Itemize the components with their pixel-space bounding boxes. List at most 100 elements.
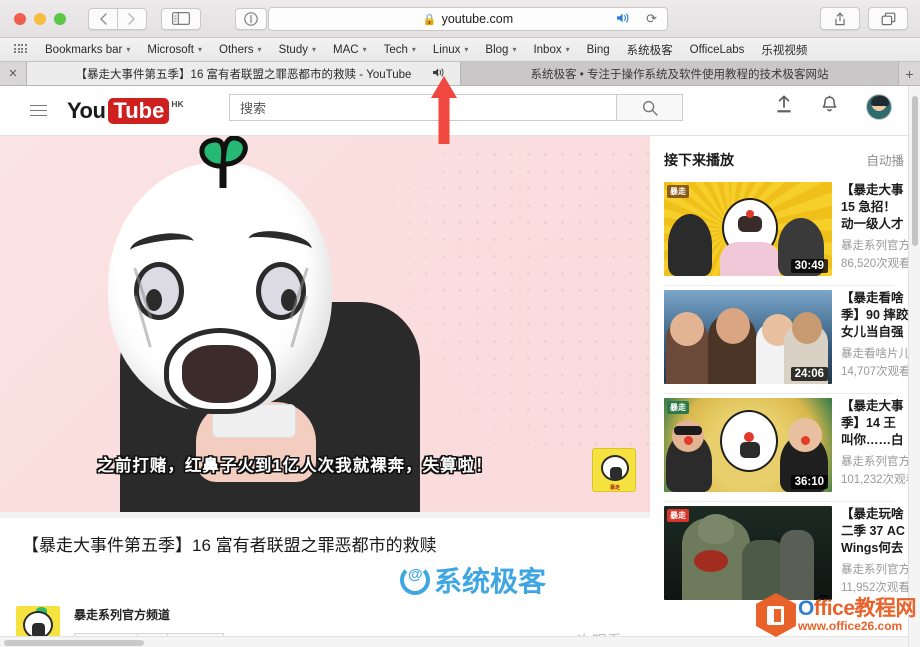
up-next-sidebar: 接下来播放 自动播 暴走 30:49 【暴走大事 15 急招！ 动一级人才 暴走… — [650, 136, 908, 647]
up-next-header: 接下来播放 自动播 — [650, 136, 908, 178]
bookmark-tech[interactable]: Tech ▾ — [384, 44, 416, 56]
bookmark-label: Others — [219, 43, 254, 56]
bookmark-microsoft[interactable]: Microsoft ▾ — [147, 44, 202, 56]
bookmark-leshi[interactable]: 乐视视频 — [761, 42, 807, 58]
video-channel: 暴走看啥片儿 — [841, 348, 908, 360]
bell-icon[interactable] — [821, 95, 838, 119]
video-title-line1: 【暴走大事 — [841, 399, 904, 413]
video-title-line1: 【暴走玩啥 — [841, 507, 904, 521]
bookmark-bookmarks-bar[interactable]: Bookmarks bar ▾ — [45, 44, 130, 56]
channel-bug-label: 暴走 — [609, 485, 620, 491]
video-meta: 【暴走看啥 季】90 摔跤 女儿当自强 暴走看啥片儿 14,707次观看 — [841, 290, 908, 384]
office26-watermark: Office教程网 www.office26.com — [755, 593, 917, 637]
chevron-left-icon — [100, 12, 107, 25]
geek-watermark-text: 系统极客 — [434, 566, 547, 597]
show-sidebar-button[interactable] — [161, 7, 201, 30]
video-title-line1: 【暴走看啥 — [841, 291, 904, 305]
search-input[interactable]: 搜索 — [229, 94, 617, 121]
list-item[interactable]: 暴走 36:10 【暴走大事 季】14 王 叫你……白 暴走系列官方 101,2… — [650, 394, 908, 501]
apps-grid-icon[interactable] — [14, 44, 28, 55]
reader-view-icon — [244, 11, 258, 26]
video-title-line3: 女儿当自强 — [841, 325, 904, 339]
video-views: 101,232次观看 — [841, 474, 908, 486]
upload-icon[interactable] — [775, 95, 793, 119]
back-button[interactable] — [88, 7, 118, 30]
video-thumbnail[interactable]: 暴走 — [664, 506, 832, 600]
video-duration: 24:06 — [790, 367, 828, 381]
bookmark-study[interactable]: Study ▾ — [279, 44, 316, 56]
vertical-scrollbar-thumb[interactable] — [912, 96, 918, 246]
video-thumbnail[interactable]: 24:06 — [664, 290, 832, 384]
video-meta: 【暴走玩啥 二季 37 AC Wings何去 暴走系列官方 11,952次观看 — [841, 506, 908, 600]
forward-button[interactable] — [117, 7, 147, 30]
list-item[interactable]: 暴走 30:49 【暴走大事 15 急招！ 动一级人才 暴走系列官方 86,52… — [650, 178, 908, 285]
address-bar-speaker-icon[interactable] — [616, 12, 631, 27]
chevron-down-icon: ▾ — [311, 45, 316, 54]
video-thumbnail[interactable]: 暴走 30:49 — [664, 182, 832, 276]
bookmark-blog[interactable]: Blog ▾ — [485, 44, 516, 56]
autoplay-label[interactable]: 自动播 — [866, 150, 904, 169]
vertical-scrollbar[interactable] — [908, 86, 920, 647]
bookmark-label: 乐视视频 — [761, 44, 808, 57]
office-watermark-url: www.office26.com — [797, 618, 903, 633]
thumbnail-figures: 暴走 — [664, 506, 832, 600]
chevron-down-icon: ▾ — [565, 45, 570, 54]
address-bar[interactable]: 🔒 youtube.com ⟳ — [268, 7, 668, 31]
navigation-buttons — [88, 7, 147, 30]
video-title-line2: 二季 37 AC — [841, 524, 905, 538]
video-duration: 36:10 — [790, 475, 828, 489]
search-icon — [642, 100, 658, 116]
video-title-line2: 季】14 王 — [841, 416, 896, 430]
share-button[interactable] — [820, 7, 860, 30]
mascot-eyebrow-left — [128, 229, 196, 263]
video-duration: 30:49 — [790, 259, 828, 273]
video-views: 86,520次观看 — [841, 258, 908, 270]
new-tab-button[interactable]: + — [898, 62, 920, 85]
bookmark-label: MAC — [333, 43, 359, 56]
horizontal-scrollbar-thumb[interactable] — [4, 640, 144, 646]
chevron-down-icon: ▾ — [257, 45, 262, 54]
video-player[interactable]: 之前打赌，红鼻子火到1亿人次我就裸奔，失算啦！ 暴走 — [0, 136, 650, 512]
tabs-overview-button[interactable] — [868, 7, 908, 30]
bookmark-label: Tech — [383, 43, 408, 56]
maximize-window-button[interactable] — [54, 12, 66, 25]
bookmark-inbox[interactable]: Inbox ▾ — [533, 44, 569, 56]
channel-name[interactable]: 暴走系列官方频道 — [74, 606, 224, 623]
red-arrow-up-icon — [431, 76, 457, 144]
reader-view-button[interactable] — [235, 7, 267, 30]
tab-xitongjike[interactable]: 系统极客 • 专注于操作系统及软件使用教程的技术极客网站 — [460, 62, 898, 85]
chevron-right-icon — [128, 12, 135, 25]
video-channel: 暴走系列官方 — [841, 240, 908, 252]
video-thumbnail[interactable]: 暴走 36:10 — [664, 398, 832, 492]
geek-logo-icon — [400, 565, 430, 595]
user-avatar[interactable] — [866, 94, 892, 120]
bookmark-bing[interactable]: Bing — [587, 44, 610, 56]
bookmark-xitongjike[interactable]: 系统极客 — [627, 42, 673, 58]
hamburger-menu-icon[interactable] — [30, 101, 47, 119]
bookmark-label: Bing — [586, 43, 610, 56]
close-window-button[interactable] — [14, 12, 26, 25]
bookmark-linux[interactable]: Linux ▾ — [433, 44, 469, 56]
reload-icon[interactable]: ⟳ — [646, 11, 657, 27]
bookmark-others[interactable]: Others ▾ — [219, 44, 262, 56]
page-title: 【暴走大事件第五季】16 富有者联盟之罪恶都市的救赎 — [22, 536, 437, 555]
list-item[interactable]: 24:06 【暴走看啥 季】90 摔跤 女儿当自强 暴走看啥片儿 14,707次… — [650, 286, 908, 393]
bookmark-label: Microsoft — [147, 43, 195, 56]
bookmark-label: Inbox — [533, 43, 562, 56]
share-icon — [835, 12, 845, 25]
youtube-logo[interactable]: You Tube HK — [67, 97, 184, 124]
chevron-down-icon: ▾ — [411, 45, 416, 54]
bookmark-label: OfficeLabs — [689, 43, 745, 56]
search-button[interactable] — [617, 94, 683, 121]
bookmark-officelabs[interactable]: OfficeLabs — [690, 44, 745, 56]
video-title-line2: 15 急招！ — [841, 200, 896, 214]
bookmark-mac[interactable]: MAC ▾ — [333, 44, 367, 56]
logo-country-code: HK — [171, 98, 184, 109]
logo-you-text: You — [67, 97, 106, 123]
close-tab-button[interactable]: ✕ — [0, 62, 26, 85]
tab-title: 系统极客 • 专注于操作系统及软件使用教程的技术极客网站 — [530, 68, 829, 81]
minimize-window-button[interactable] — [34, 12, 46, 25]
horizontal-scrollbar[interactable] — [0, 636, 908, 647]
search-placeholder: 搜索 — [240, 101, 267, 116]
tab-youtube-active[interactable]: 【暴走大事件第五季】16 富有者联盟之罪恶都市的救赎 - YouTube — [26, 62, 460, 85]
